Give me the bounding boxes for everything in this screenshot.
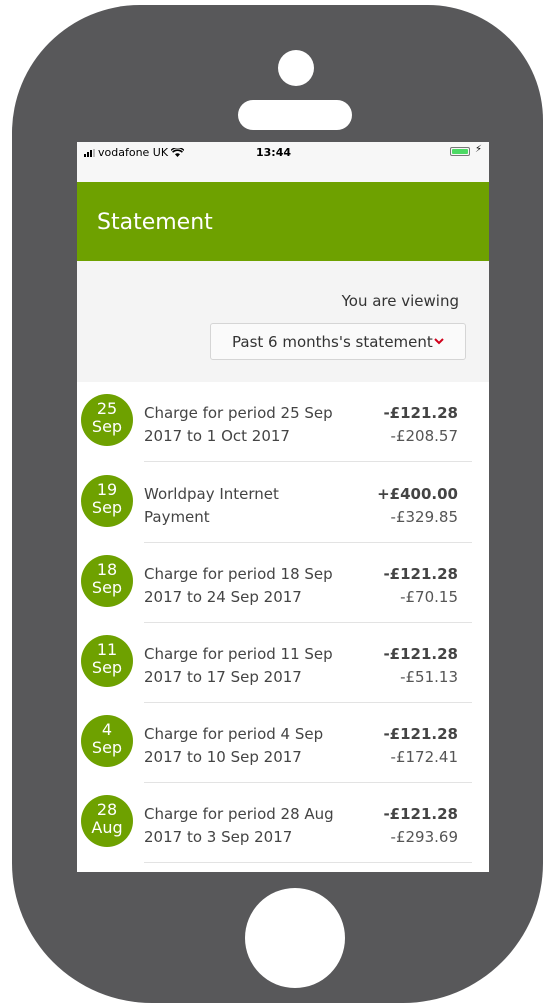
- speaker: [238, 100, 352, 130]
- date-badge: 18 Sep: [81, 555, 133, 607]
- transaction-amount: -£121.28: [383, 805, 458, 823]
- running-balance: -£293.69: [390, 828, 458, 846]
- transaction-description: Worldpay Internet Payment: [144, 483, 354, 529]
- date-day: 4: [101, 720, 113, 739]
- date-badge: 11 Sep: [81, 635, 133, 687]
- transaction-amount: -£121.28: [383, 565, 458, 583]
- page-title: Statement: [97, 210, 213, 235]
- transaction-description: Charge for period 28 Aug 2017 to 3 Sep 20…: [144, 803, 354, 849]
- status-bar: vodafone UK 13:44 ⚡: [77, 142, 489, 182]
- transaction-amounts: -£121.28 -£70.15: [383, 563, 458, 609]
- home-button[interactable]: [245, 888, 345, 988]
- transaction-row[interactable]: 18 Sep Charge for period 18 Sep 2017 to 24…: [77, 543, 489, 623]
- description-line: Charge for period 11 Sep: [144, 645, 333, 663]
- date-day: 28: [96, 800, 118, 819]
- date-day: 19: [96, 480, 118, 499]
- description-line: Charge for period 18 Sep: [144, 565, 333, 583]
- description-line: Worldpay Internet: [144, 485, 279, 503]
- wifi-icon: [171, 147, 185, 157]
- running-balance: -£208.57: [390, 427, 458, 445]
- transaction-row[interactable]: 11 Sep Charge for period 11 Sep 2017 to 17…: [77, 623, 489, 703]
- date-month: Sep: [91, 498, 123, 517]
- description-line: 2017 to 1 Oct 2017: [144, 427, 290, 445]
- transaction-amount: -£121.28: [383, 725, 458, 743]
- transaction-amount: +£400.00: [377, 485, 458, 503]
- transaction-amounts: -£121.28 -£208.57: [383, 402, 458, 448]
- description-line: Payment: [144, 508, 210, 526]
- description-line: 2017 to 10 Sep 2017: [144, 748, 302, 766]
- statement-period-select[interactable]: Past 6 months's statement: [210, 323, 466, 360]
- transaction-amounts: +£400.00 -£329.85: [377, 483, 458, 529]
- transaction-row[interactable]: 28 Aug Charge for period 28 Aug 2017 to 3 …: [77, 783, 489, 863]
- running-balance: -£329.85: [390, 508, 458, 526]
- date-badge: 4 Sep: [81, 715, 133, 767]
- description-line: Charge for period 25 Sep: [144, 404, 333, 422]
- phone-screen: vodafone UK 13:44 ⚡ Statement You are vi…: [77, 142, 489, 872]
- description-line: 2017 to 17 Sep 2017: [144, 668, 302, 686]
- description-line: Charge for period 4 Sep: [144, 725, 324, 743]
- transaction-description: Charge for period 11 Sep 2017 to 17 Sep 2…: [144, 643, 354, 689]
- statement-period-value: Past 6 months's statement: [232, 333, 433, 351]
- date-day: 11: [96, 640, 118, 659]
- status-time: 13:44: [256, 146, 292, 159]
- signal-icon: [84, 148, 95, 157]
- battery-icon: [450, 147, 470, 156]
- date-badge: 25 Sep: [81, 394, 133, 446]
- camera: [278, 50, 314, 86]
- date-badge: 19 Sep: [81, 475, 133, 527]
- date-month: Aug: [91, 818, 123, 837]
- date-month: Sep: [91, 417, 123, 436]
- running-balance: -£51.13: [400, 668, 458, 686]
- date-month: Sep: [91, 658, 123, 677]
- transaction-description: Charge for period 4 Sep 2017 to 10 Sep 20…: [144, 723, 354, 769]
- transaction-amounts: -£121.28 -£293.69: [383, 803, 458, 849]
- description-line: Charge for period 28 Aug: [144, 805, 334, 823]
- running-balance: -£172.41: [390, 748, 458, 766]
- transaction-row[interactable]: 4 Sep Charge for period 4 Sep 2017 to 10 S…: [77, 703, 489, 783]
- transaction-row[interactable]: 19 Sep Worldpay Internet Payment +£400.00 -…: [77, 463, 489, 543]
- transaction-row[interactable]: 25 Sep Charge for period 25 Sep 2017 to 1 …: [77, 382, 489, 462]
- charging-icon: ⚡: [475, 144, 483, 155]
- divider: [144, 862, 472, 863]
- transaction-description: Charge for period 25 Sep 2017 to 1 Oct 20…: [144, 402, 354, 448]
- date-month: Sep: [91, 578, 123, 597]
- transaction-amount: -£121.28: [383, 645, 458, 663]
- transaction-amount: -£121.28: [383, 404, 458, 422]
- chevron-down-icon: [434, 338, 444, 345]
- running-balance: -£70.15: [400, 588, 458, 606]
- transaction-amounts: -£121.28 -£172.41: [383, 723, 458, 769]
- date-day: 25: [96, 399, 118, 418]
- viewing-label: You are viewing: [341, 292, 459, 310]
- date-day: 18: [96, 560, 118, 579]
- transaction-amounts: -£121.28 -£51.13: [383, 643, 458, 689]
- transaction-description: Charge for period 18 Sep 2017 to 24 Sep 2…: [144, 563, 354, 609]
- description-line: 2017 to 24 Sep 2017: [144, 588, 302, 606]
- divider: [144, 461, 472, 462]
- carrier-name: vodafone UK: [98, 146, 169, 159]
- description-line: 2017 to 3 Sep 2017: [144, 828, 293, 846]
- transaction-list: 25 Sep Charge for period 25 Sep 2017 to 1 …: [77, 382, 489, 872]
- date-badge: 28 Aug: [81, 795, 133, 847]
- app-header: Statement: [77, 182, 489, 261]
- date-month: Sep: [91, 738, 123, 757]
